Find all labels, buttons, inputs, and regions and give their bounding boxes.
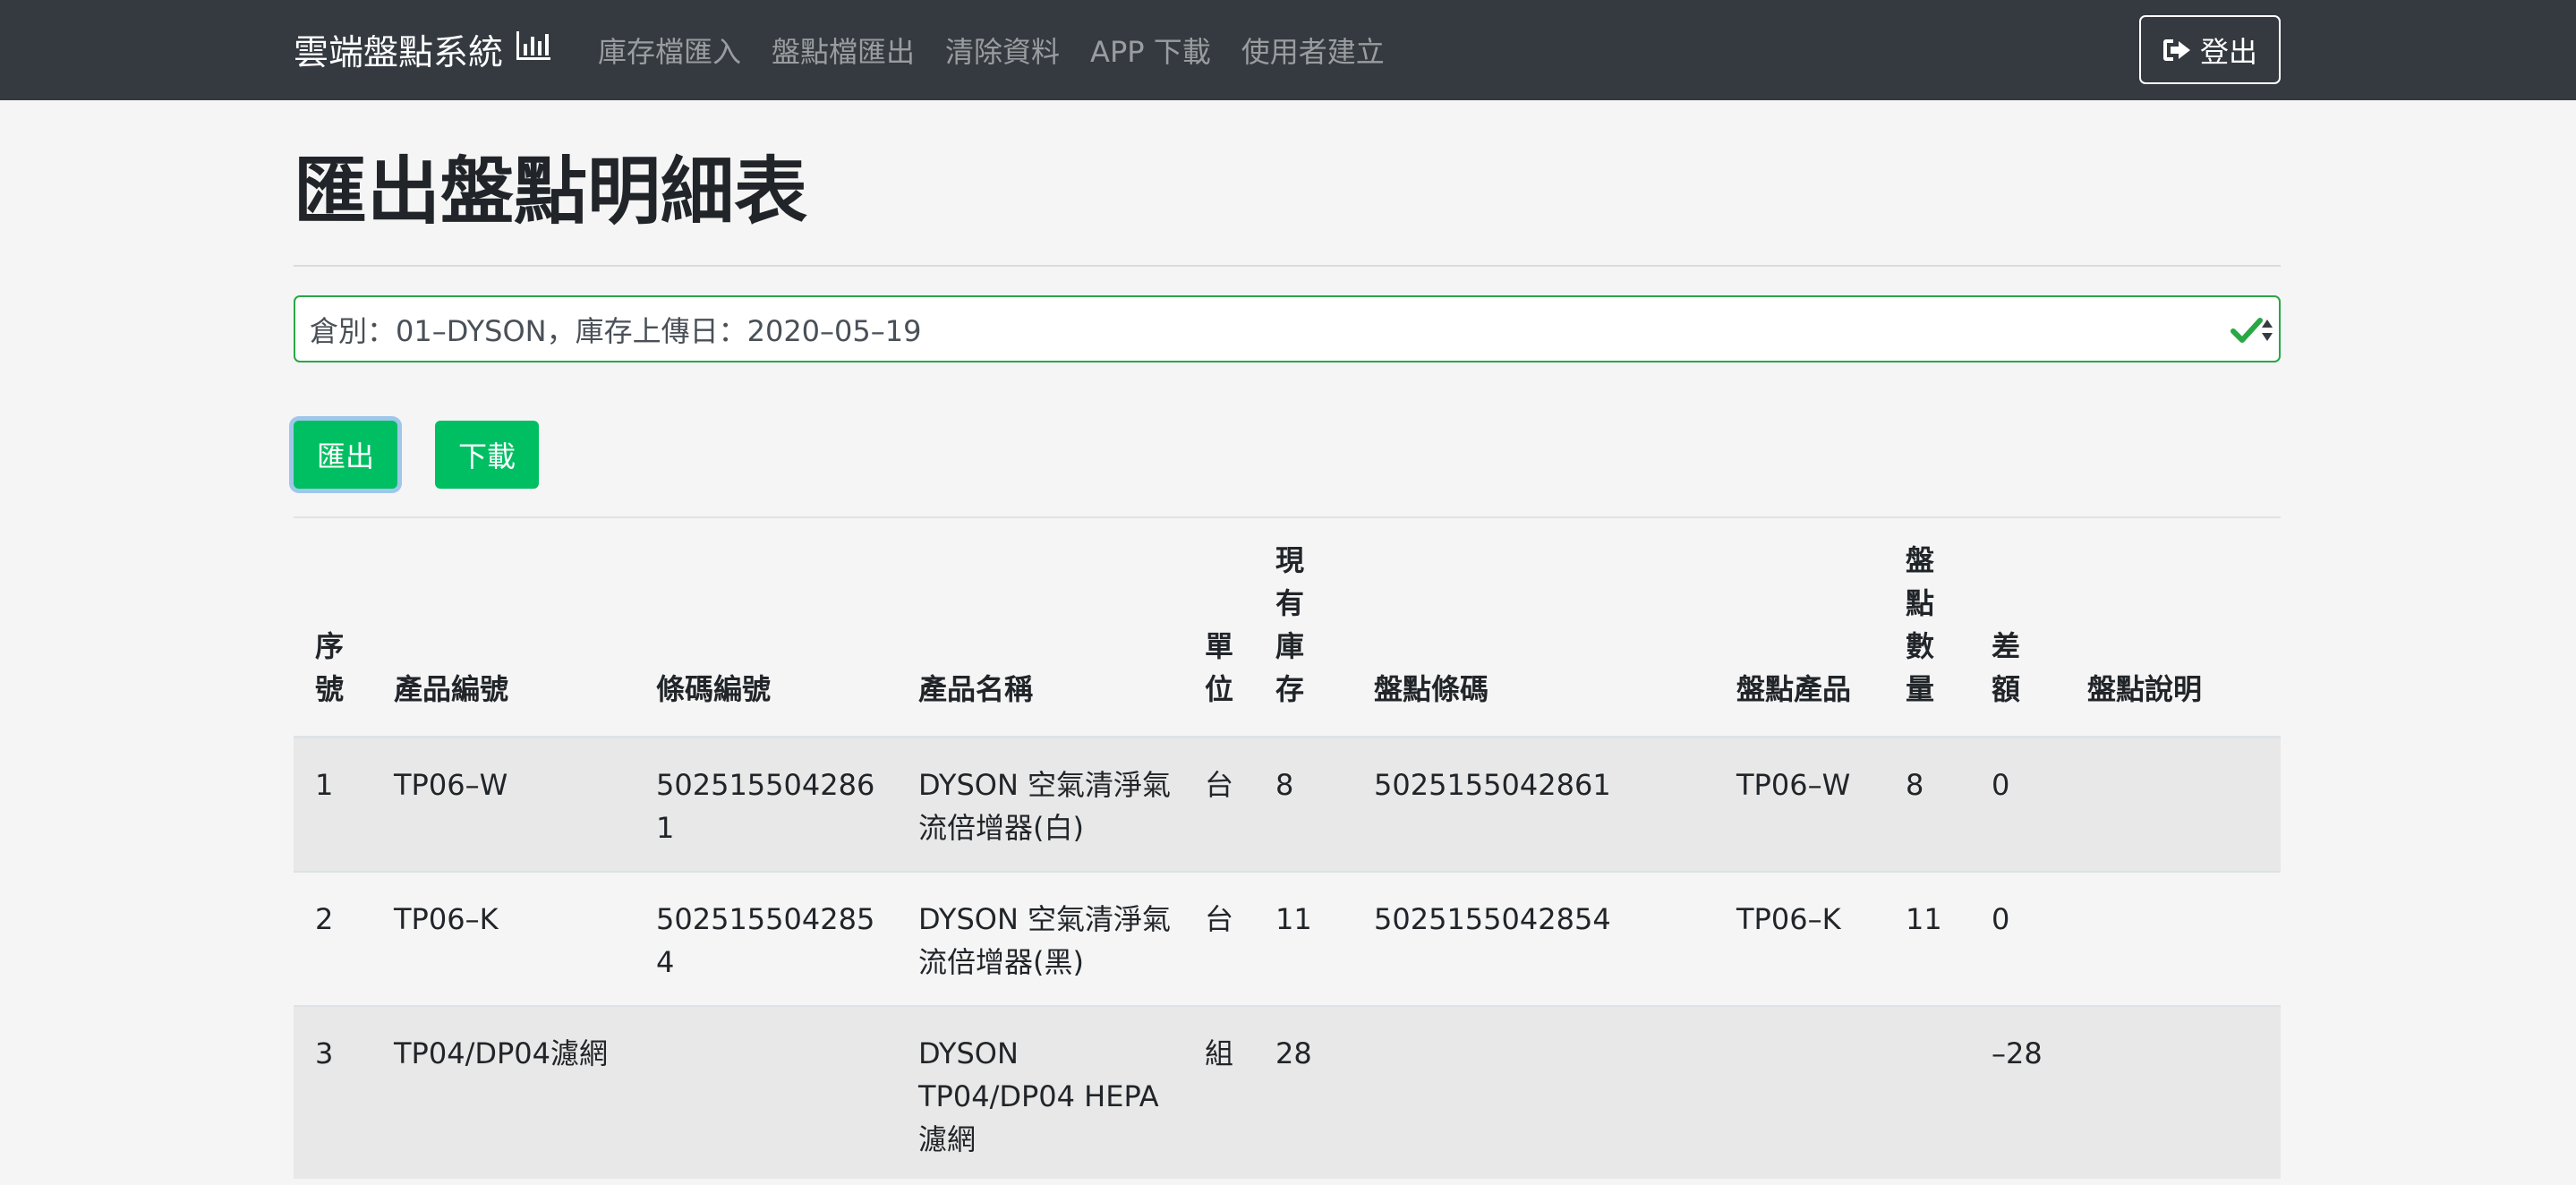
table-row[interactable]: 1 TP06–W 5025155042861 DYSON 空氣清淨氣流倍增器(白… <box>294 736 2281 872</box>
cell-diff: 0 <box>1970 871 2066 1006</box>
nav-link-clear-data[interactable]: 清除資料 <box>945 30 1060 71</box>
cell-note <box>2066 871 2281 1006</box>
brand-title: 雲端盤點系統 <box>294 33 504 73</box>
nav-link-user-create[interactable]: 使用者建立 <box>1241 30 1385 71</box>
sign-out-icon <box>2162 38 2190 61</box>
col-header-count-barcode[interactable]: 盤點條碼 <box>1352 517 1715 738</box>
title-divider <box>294 265 2281 267</box>
col-header-product-code[interactable]: 產品編號 <box>372 517 635 738</box>
cell-note <box>2066 1005 2281 1179</box>
nav-link-inventory-import[interactable]: 庫存檔匯入 <box>598 30 741 71</box>
cell-seq: 2 <box>294 871 372 1006</box>
cell-note <box>2066 736 2281 872</box>
cell-product-code: TP06–K <box>372 871 635 1006</box>
cell-unit: 台 <box>1183 871 1254 1006</box>
nav-link-count-export[interactable]: 盤點檔匯出 <box>772 30 915 71</box>
cell-product-name: DYSON TP04/DP04 HEPA濾網 <box>897 1005 1183 1179</box>
logout-button[interactable]: 登出 <box>2139 15 2281 84</box>
page-title: 匯出盤點明細表 <box>294 149 808 234</box>
logout-label: 登出 <box>2199 34 2257 69</box>
cell-count-product: TP06–K <box>1715 871 1884 1006</box>
cell-unit: 台 <box>1183 736 1254 872</box>
download-button[interactable]: 下載 <box>435 421 539 489</box>
cell-barcode <box>635 1005 897 1179</box>
cell-stock: 28 <box>1254 1005 1352 1179</box>
col-header-product-name[interactable]: 產品名稱 <box>897 517 1183 738</box>
col-header-unit[interactable]: 單 位 <box>1183 517 1254 738</box>
cell-stock: 11 <box>1254 871 1352 1006</box>
check-icon <box>2231 318 2263 343</box>
col-header-note[interactable]: 盤點說明 <box>2066 517 2281 738</box>
cell-count-barcode: 5025155042861 <box>1352 736 1715 872</box>
chevron-updown-icon <box>2262 320 2273 341</box>
table-row[interactable]: 2 TP06–K 5025155042854 DYSON 空氣清淨氣流倍增器(黑… <box>294 871 2281 1006</box>
warehouse-select[interactable]: 倉別：01–DYSON，庫存上傳日：2020–05–19 <box>294 295 2281 362</box>
cell-seq: 3 <box>294 1005 372 1179</box>
cell-product-name: DYSON 空氣清淨氣流倍增器(黑) <box>897 871 1183 1006</box>
cell-count-qty: 8 <box>1884 736 1970 872</box>
nav-links: 庫存檔匯入 盤點檔匯出 清除資料 APP 下載 使用者建立 <box>598 25 1415 75</box>
col-header-stock[interactable]: 現 有 庫 存 <box>1254 517 1352 738</box>
cell-diff: 0 <box>1970 736 2066 872</box>
bar-chart-icon <box>516 30 551 71</box>
col-header-barcode[interactable]: 條碼編號 <box>635 517 897 738</box>
nav-link-app-download[interactable]: APP 下載 <box>1090 30 1211 71</box>
cell-product-code: TP06–W <box>372 736 635 872</box>
export-button[interactable]: 匯出 <box>294 421 397 489</box>
cell-count-product <box>1715 1005 1884 1179</box>
cell-count-barcode: 5025155042854 <box>1352 871 1715 1006</box>
cell-product-name: DYSON 空氣清淨氣流倍增器(白) <box>897 736 1183 872</box>
cell-barcode: 5025155042854 <box>635 871 897 1006</box>
col-header-count-qty[interactable]: 盤 點 數 量 <box>1884 517 1970 738</box>
cell-product-code: TP04/DP04濾網 <box>372 1005 635 1179</box>
cell-count-product: TP06–W <box>1715 736 1884 872</box>
cell-count-qty: 11 <box>1884 871 1970 1006</box>
cell-count-qty <box>1884 1005 1970 1179</box>
cell-stock: 8 <box>1254 736 1352 872</box>
col-header-seq[interactable]: 序 號 <box>294 517 372 738</box>
cell-barcode: 5025155042861 <box>635 736 897 872</box>
cell-diff: –28 <box>1970 1005 2066 1179</box>
top-navbar: 雲端盤點系統 庫存檔匯入 盤點檔匯出 清除資料 APP 下載 使用者建立 登出 <box>0 0 2576 100</box>
cell-count-barcode <box>1352 1005 1715 1179</box>
table-row[interactable]: 3 TP04/DP04濾網 DYSON TP04/DP04 HEPA濾網 組 2… <box>294 1005 2281 1179</box>
table-header-row: 序 號 產品編號 條碼編號 產品名稱 單 位 現 有 庫 存 盤點條碼 盤點產品… <box>294 517 2281 738</box>
warehouse-select-value: 倉別：01–DYSON，庫存上傳日：2020–05–19 <box>310 313 922 348</box>
count-detail-table: 序 號 產品編號 條碼編號 產品名稱 單 位 現 有 庫 存 盤點條碼 盤點產品… <box>294 517 2281 1179</box>
col-header-count-product[interactable]: 盤點產品 <box>1715 517 1884 738</box>
cell-unit: 組 <box>1183 1005 1254 1179</box>
cell-seq: 1 <box>294 736 372 872</box>
col-header-diff[interactable]: 差 額 <box>1970 517 2066 738</box>
brand[interactable]: 雲端盤點系統 <box>294 25 551 75</box>
